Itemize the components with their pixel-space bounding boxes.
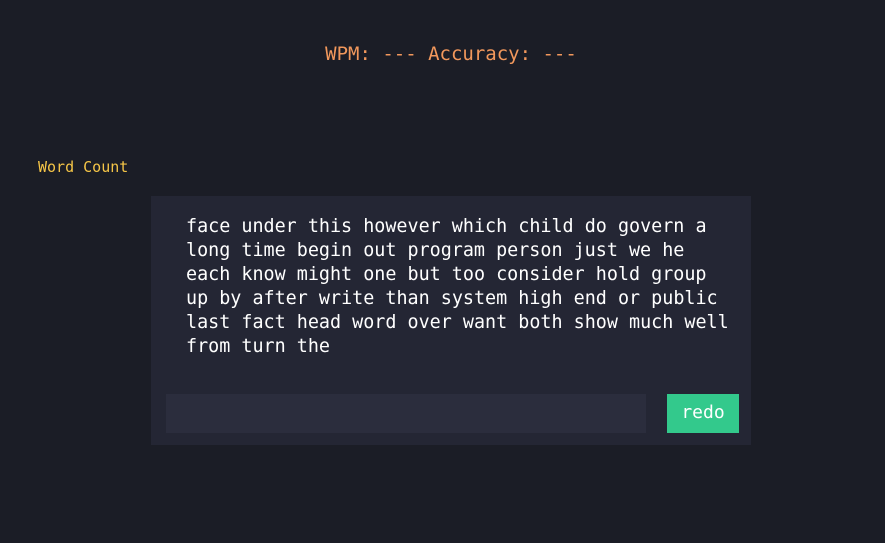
prompt-word: fact bbox=[241, 312, 286, 333]
prompt-word: we bbox=[628, 240, 652, 261]
prompt-word: program bbox=[407, 240, 486, 261]
prompt-word: too bbox=[451, 264, 486, 285]
prompt-word: which bbox=[451, 216, 508, 237]
prompt-word: head bbox=[296, 312, 342, 333]
prompt-word: write bbox=[318, 288, 375, 309]
prompt-word: or bbox=[617, 288, 641, 309]
prompt-word: after bbox=[252, 288, 308, 309]
prompt-word: system bbox=[440, 288, 508, 309]
prompt-word: child bbox=[518, 216, 574, 237]
prompt-word: both bbox=[518, 312, 563, 333]
prompt-word: consider bbox=[496, 264, 585, 285]
prompt-word: well bbox=[684, 312, 729, 333]
prompt-word: out bbox=[363, 240, 397, 261]
prompt-word: group bbox=[651, 264, 707, 285]
prompt-word: high bbox=[518, 288, 563, 309]
prompt-word: end bbox=[573, 288, 607, 309]
prompt-word: last bbox=[186, 312, 231, 333]
prompt-word: time bbox=[241, 240, 286, 261]
prompt-word: might bbox=[296, 264, 353, 285]
prompt-word: the bbox=[296, 336, 330, 357]
prompt-word: by bbox=[219, 288, 242, 309]
prompt-word: public bbox=[651, 288, 718, 309]
prompt-word: face bbox=[186, 216, 231, 237]
typing-panel: face under this however which child do g… bbox=[151, 196, 751, 445]
prompt-word: under bbox=[241, 216, 297, 237]
prompt-word: just bbox=[573, 240, 618, 261]
prompt-word: want bbox=[462, 312, 508, 333]
prompt-word: a bbox=[695, 216, 707, 237]
prompt-word: up bbox=[186, 288, 209, 309]
prompt-word: but bbox=[407, 264, 441, 285]
prompt-word: one bbox=[363, 264, 397, 285]
prompt-word: long bbox=[186, 240, 231, 261]
prompt-word: do bbox=[584, 216, 607, 237]
prompt-word: much bbox=[629, 312, 674, 333]
prompt-word: begin bbox=[296, 240, 353, 261]
prompt-word: each bbox=[186, 264, 231, 285]
typing-input[interactable] bbox=[166, 394, 646, 433]
prompt-word: govern bbox=[617, 216, 685, 237]
redo-button[interactable]: redo bbox=[667, 394, 739, 433]
prompt-word: person bbox=[496, 240, 563, 261]
stats-display: WPM: --- Accuracy: --- bbox=[325, 43, 577, 65]
prompt-word: word bbox=[352, 312, 397, 333]
prompt-word: however bbox=[363, 216, 441, 237]
prompt-word: turn bbox=[241, 336, 286, 357]
prompt-word: from bbox=[186, 336, 231, 357]
prompt-word: hold bbox=[595, 264, 641, 285]
prompt-text: face under this however which child do g… bbox=[186, 215, 731, 359]
prompt-word: show bbox=[573, 312, 618, 333]
prompt-word: over bbox=[407, 312, 452, 333]
word-count-link[interactable]: Word Count bbox=[38, 157, 128, 177]
prompt-word: know bbox=[241, 264, 286, 285]
prompt-word: this bbox=[307, 216, 353, 237]
prompt-word: than bbox=[385, 288, 430, 309]
prompt-word: he bbox=[662, 240, 685, 261]
